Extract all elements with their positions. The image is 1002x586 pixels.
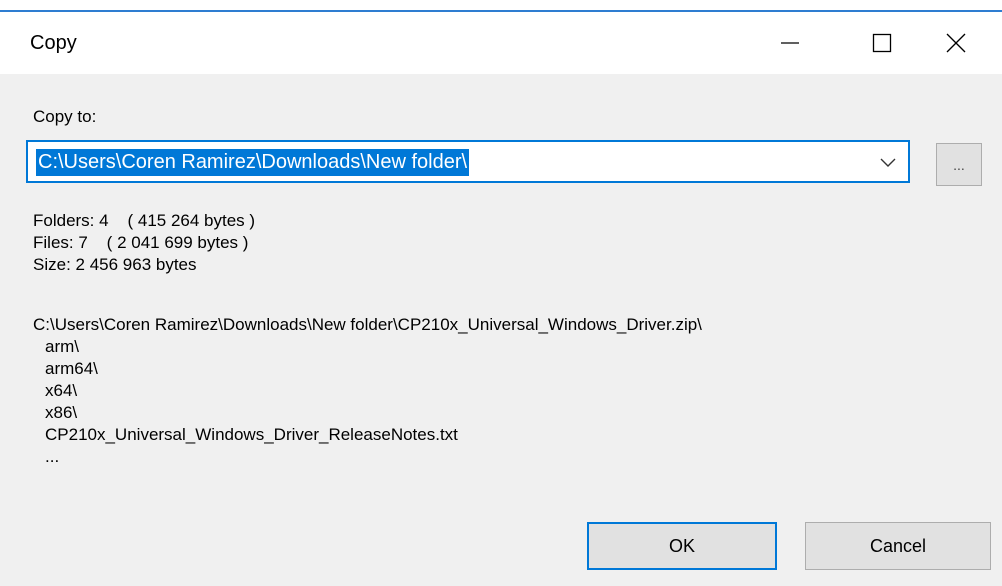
title-bar[interactable]: Copy — [0, 12, 1002, 74]
maximize-icon — [872, 33, 892, 53]
close-icon — [946, 33, 966, 53]
source-path: C:\Users\Coren Ramirez\Downloads\New fol… — [33, 315, 702, 334]
destination-input[interactable]: C:\Users\Coren Ramirez\Downloads\New fol… — [36, 149, 470, 176]
close-button[interactable] — [910, 12, 1002, 74]
list-item: x64\ — [45, 381, 78, 400]
chevron-down-icon[interactable] — [878, 154, 898, 170]
list-item: arm\ — [45, 337, 79, 356]
minimize-icon — [781, 42, 799, 44]
browse-button[interactable]: ... — [936, 143, 982, 186]
ok-button[interactable]: OK — [587, 522, 777, 570]
copy-dialog: Copy Copy to: C:\Users\Coren Ramirez\Dow… — [0, 10, 1002, 586]
copy-to-label: Copy to: — [33, 107, 97, 126]
list-item: x86\ — [45, 403, 78, 422]
destination-combobox[interactable]: C:\Users\Coren Ramirez\Downloads\New fol… — [26, 140, 910, 183]
cancel-button[interactable]: Cancel — [805, 522, 991, 570]
dialog-title: Copy — [30, 32, 77, 54]
source-listing: C:\Users\Coren Ramirez\Downloads\New fol… — [33, 314, 702, 468]
files-count: Files: 7 ( 2 041 699 bytes ) — [33, 233, 249, 252]
folders-count: Folders: 4 ( 415 264 bytes ) — [33, 211, 256, 230]
list-item: CP210x_Universal_Windows_Driver_ReleaseN… — [45, 425, 458, 444]
list-item: arm64\ — [45, 359, 98, 378]
minimize-button[interactable] — [744, 12, 836, 74]
total-size: Size: 2 456 963 bytes — [33, 255, 197, 274]
list-item: ... — [45, 447, 60, 466]
